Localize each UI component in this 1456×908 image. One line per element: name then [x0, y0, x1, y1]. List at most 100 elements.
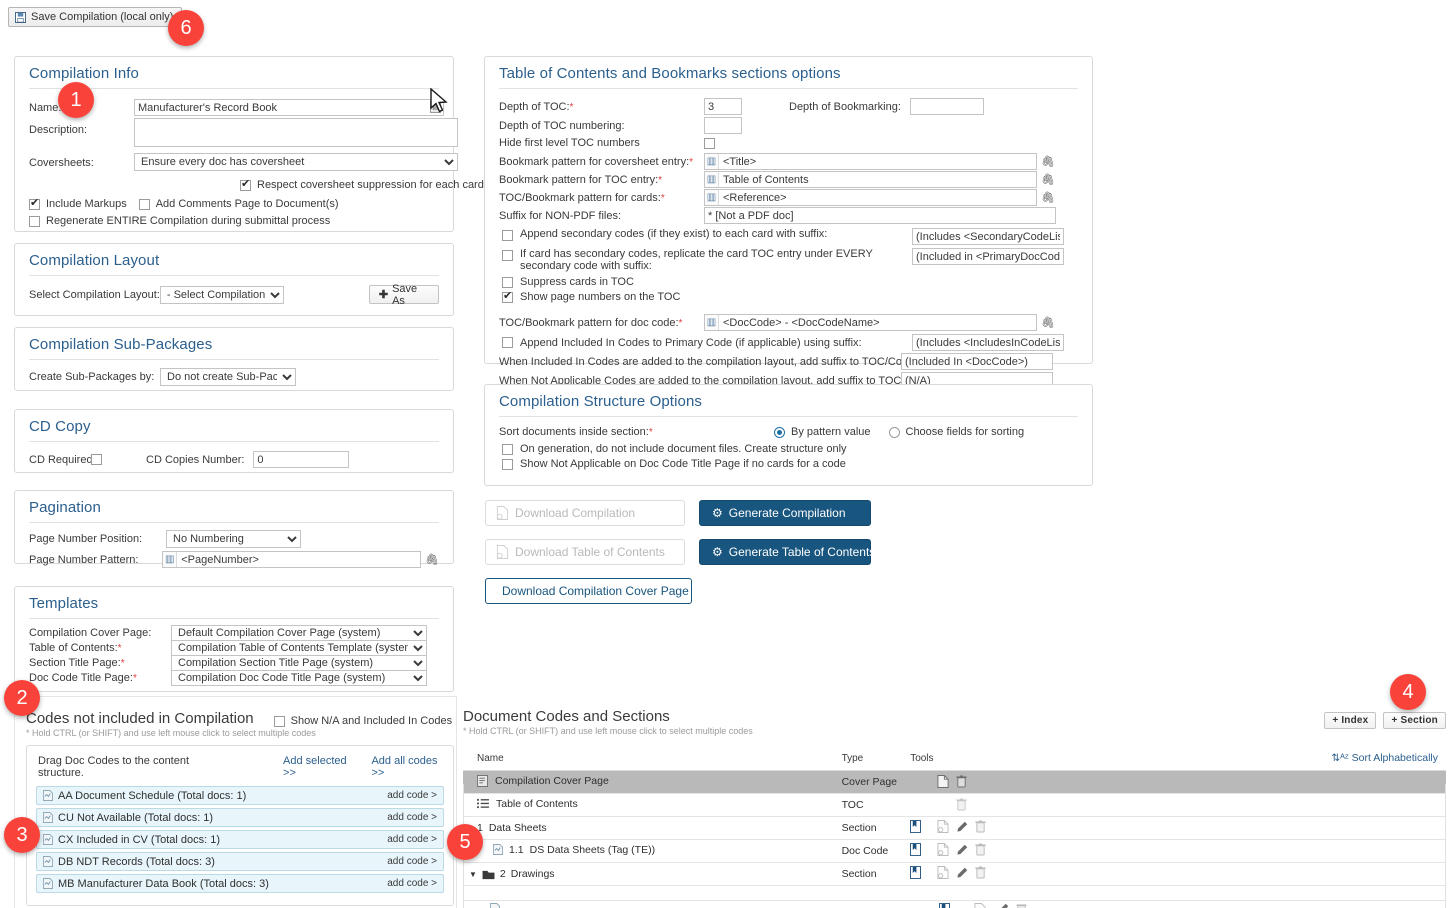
title-page-icon[interactable] — [910, 843, 922, 859]
trash-icon[interactable] — [975, 820, 986, 836]
pencil-icon[interactable] — [956, 867, 968, 882]
template-select-2[interactable]: Compilation Section Title Page (system) — [171, 655, 427, 671]
page-icon[interactable] — [937, 866, 949, 882]
cd-copies-input[interactable] — [253, 451, 350, 468]
trash-icon[interactable] — [1016, 903, 1027, 908]
trash-icon[interactable] — [975, 866, 986, 882]
name-picker-icon[interactable]: ▤ — [430, 101, 441, 113]
compilation-description-input[interactable] — [134, 118, 458, 147]
table-row-partial[interactable] — [464, 900, 1445, 908]
trash-icon[interactable] — [956, 774, 967, 791]
replicate-secondary-checkbox[interactable] — [502, 250, 513, 261]
add-code-link[interactable]: add code > — [387, 856, 437, 867]
structure-only-checkbox[interactable] — [502, 443, 513, 455]
pattern-edit-icon[interactable]: 🖇 — [1041, 316, 1055, 329]
list-item[interactable]: MB Manufacturer Data Book (Total docs: 3… — [36, 874, 444, 893]
include-markups-row[interactable]: Include Markups — [29, 196, 127, 210]
toc-bookmark-pattern-field[interactable]: ▥ Table of Contents — [704, 171, 1037, 188]
replicate-secondary-input[interactable] — [912, 248, 1064, 265]
append-included-checkbox[interactable] — [502, 337, 513, 348]
show-page-numbers-checkbox[interactable] — [502, 289, 513, 303]
doccode-pattern-field[interactable]: ▥ <DocCode> - <DocCodeName> — [704, 314, 1037, 331]
pattern-edit-icon[interactable]: 🖇 — [425, 553, 439, 566]
coversheets-select[interactable]: Ensure every doc has coversheet — [134, 153, 458, 171]
add-all-codes-link[interactable]: Add all codes >> — [371, 755, 442, 779]
page-number-pattern-field[interactable]: ▥ <PageNumber> — [162, 551, 422, 568]
trash-icon[interactable] — [975, 843, 986, 859]
chevron-down-icon[interactable]: ▼ — [469, 870, 477, 879]
download-cover-page-button[interactable]: Download Compilation Cover Page — [485, 578, 692, 604]
pencil-icon[interactable] — [997, 903, 1009, 908]
replicate-secondary-label: If card has secondary codes, replicate t… — [520, 248, 873, 272]
depth-of-toc-input[interactable] — [704, 98, 742, 115]
template-select-0[interactable]: Default Compilation Cover Page (system) — [171, 625, 427, 641]
title-page-icon[interactable] — [939, 903, 950, 908]
save-as-button[interactable]: ✚ Save As — [368, 283, 439, 307]
list-item[interactable]: CU Not Available (Total docs: 1) add cod… — [36, 808, 444, 827]
add-code-link[interactable]: add code > — [387, 834, 437, 845]
add-code-link[interactable]: add code > — [387, 878, 437, 889]
pattern-edit-icon[interactable]: 🖇 — [1041, 173, 1055, 186]
show-na-included-checkbox[interactable] — [273, 715, 285, 727]
depth-of-bookmarking-input[interactable] — [909, 98, 984, 115]
add-index-button[interactable]: + Index — [1324, 712, 1377, 729]
pattern-edit-icon[interactable]: 🖇 — [1041, 191, 1055, 204]
depth-toc-numbering-input[interactable] — [704, 117, 742, 134]
trash-icon[interactable] — [956, 797, 967, 814]
regenerate-checkbox[interactable] — [29, 215, 40, 227]
compilation-layout-select[interactable]: - Select Compilation Layout - — [159, 285, 284, 304]
add-section-button[interactable]: + Section — [1383, 712, 1446, 729]
respect-suppression-checkbox[interactable] — [240, 177, 251, 191]
page-icon[interactable] — [937, 843, 949, 859]
sort-alphabetically-button[interactable]: ⇅ᴬᶻ Sort Alphabetically — [1331, 752, 1438, 764]
suffix-nonpdf-input[interactable] — [704, 207, 1056, 224]
include-markups-checkbox[interactable] — [29, 196, 40, 210]
show-na-included-row[interactable]: Show N/A and Included In Codes — [273, 715, 452, 727]
compilation-name-input[interactable] — [134, 99, 444, 116]
when-included-input[interactable] — [901, 353, 1053, 370]
append-included-input[interactable] — [912, 334, 1064, 351]
suppress-cards-checkbox[interactable] — [502, 276, 513, 288]
add-comments-checkbox[interactable] — [138, 198, 150, 210]
cd-copy-title: CD Copy — [29, 418, 91, 435]
add-comments-row[interactable]: Add Comments Page to Document(s) — [138, 198, 339, 210]
sort-choose-fields-label: Choose fields for sorting — [905, 426, 1025, 438]
template-select-1[interactable]: Compilation Table of Contents Template (… — [171, 640, 427, 656]
title-page-icon[interactable] — [910, 866, 922, 882]
create-subpackages-select[interactable]: Do not create Sub-Packages — [160, 368, 296, 386]
cd-required-checkbox[interactable] — [91, 454, 102, 465]
cards-pattern-field[interactable]: ▥ <Reference> — [704, 189, 1037, 206]
table-row[interactable]: Table of Contents TOC — [463, 793, 1446, 817]
save-compilation-button[interactable]: Save Compilation (local only) — [8, 7, 183, 27]
table-row[interactable]: 1.1 DS Data Sheets (Tag (TE)) Doc Code — [463, 839, 1446, 863]
table-row[interactable]: ▼ 2 Drawings Section — [463, 862, 1446, 886]
sort-by-pattern-radio[interactable] — [774, 426, 785, 438]
add-code-link[interactable]: add code > — [387, 790, 437, 801]
title-page-icon[interactable] — [910, 820, 922, 836]
table-row[interactable]: 1 Data Sheets Section — [463, 816, 1446, 840]
generate-toc-button[interactable]: ⚙ Generate Table of Contents — [699, 539, 875, 565]
list-item[interactable]: AA Document Schedule (Total docs: 1) add… — [36, 786, 444, 805]
pencil-icon[interactable] — [956, 821, 968, 836]
add-selected-link[interactable]: Add selected >> — [283, 755, 351, 779]
page-icon[interactable] — [937, 774, 949, 791]
append-secondary-checkbox[interactable] — [502, 230, 513, 241]
list-item[interactable]: CX Included in CV (Total docs: 1) add co… — [36, 830, 444, 849]
hide-first-level-checkbox[interactable] — [704, 137, 715, 149]
table-row[interactable]: Compilation Cover Page Cover Page — [463, 770, 1446, 794]
page-number-position-select[interactable]: No Numbering — [166, 530, 301, 548]
show-na-doccode-checkbox[interactable] — [502, 458, 513, 470]
page-icon[interactable] — [974, 903, 986, 908]
template-select-3[interactable]: Compilation Doc Code Title Page (system) — [171, 670, 427, 686]
add-code-link[interactable]: add code > — [387, 812, 437, 823]
coversheet-bookmark-pattern-field[interactable]: ▥ <Title> — [704, 153, 1037, 170]
pencil-icon[interactable] — [956, 844, 968, 859]
respect-suppression-row[interactable]: Respect coversheet suppression for each … — [240, 177, 484, 191]
append-secondary-input[interactable] — [912, 228, 1064, 245]
generate-compilation-button[interactable]: ⚙ Generate Compilation — [699, 500, 871, 526]
page-icon[interactable] — [937, 820, 949, 836]
regenerate-row[interactable]: Regenerate ENTIRE Compilation during sub… — [29, 215, 439, 227]
list-item[interactable]: DB NDT Records (Total docs: 3) add code … — [36, 852, 444, 871]
sort-choose-fields-radio[interactable] — [888, 426, 900, 438]
pattern-edit-icon[interactable]: 🖇 — [1041, 155, 1055, 168]
